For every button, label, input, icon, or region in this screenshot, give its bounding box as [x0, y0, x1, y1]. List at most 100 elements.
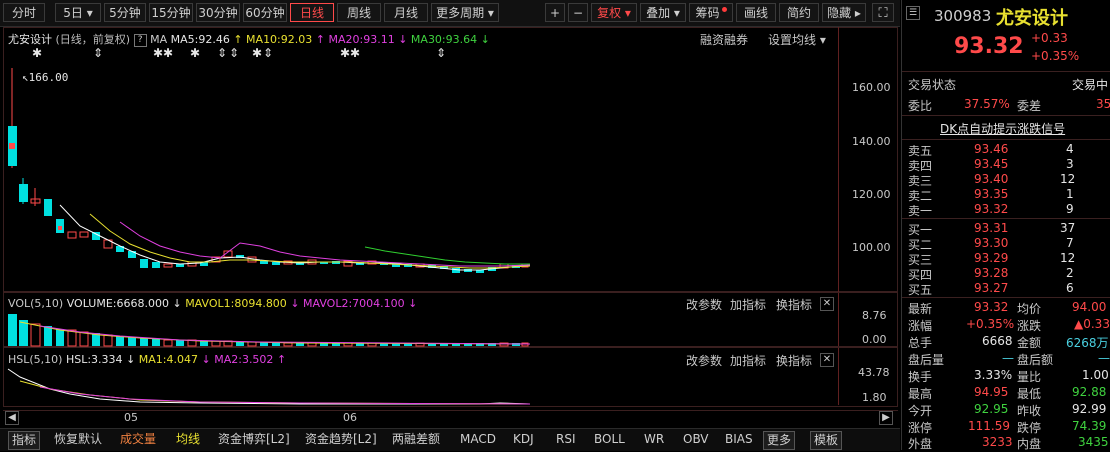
- buy5-label: 买五: [908, 283, 933, 297]
- svg-text:✱: ✱: [350, 46, 360, 60]
- menu-icon[interactable]: ☰: [906, 6, 920, 20]
- indicator-tab-volume[interactable]: 成交量: [120, 431, 156, 448]
- buy2-price: 93.30: [974, 236, 1009, 250]
- indicator-tab-margin-diff[interactable]: 两融差额: [392, 431, 440, 448]
- buy4-vol: 2: [1066, 266, 1074, 280]
- sell3-vol: 12: [1060, 172, 1076, 186]
- buy3-vol: 12: [1060, 251, 1076, 265]
- stat-limit-up-label: 涨停: [908, 421, 933, 435]
- sell3-price: 93.40: [974, 172, 1009, 186]
- last-price: 93.32: [954, 34, 1024, 59]
- sell1-vol: 9: [1066, 202, 1074, 216]
- indicator-tab-wr[interactable]: WR: [644, 431, 664, 448]
- stat-limit-up-value: 111.59: [968, 419, 1010, 433]
- x-tick-06: 06: [343, 411, 357, 424]
- weibi-label: 委比: [908, 99, 933, 113]
- sell4-price: 93.45: [974, 157, 1009, 171]
- svg-text:⇕: ⇕: [263, 46, 273, 60]
- indicator-tab-template[interactable]: 模板: [810, 431, 843, 450]
- stat-amount-label: 金额: [1017, 336, 1042, 350]
- price-change: +0.33: [1031, 31, 1068, 45]
- stock-code: 300983: [934, 7, 992, 25]
- stat-total-lots-value: 6668: [982, 334, 1013, 348]
- stat-high-label: 最高: [908, 387, 933, 401]
- stat-chg-pct-value: +0.35%: [966, 317, 1015, 331]
- stock-name: 尤安设计: [996, 8, 1068, 29]
- indicator-tab-bar: 指标 恢复默认 成交量 均线 资金博弈[L2] 资金趋势[L2] 两融差额 MA…: [0, 428, 900, 451]
- indicator-tab-more[interactable]: 更多: [763, 431, 796, 450]
- sell1-price: 93.32: [974, 202, 1009, 216]
- svg-text:✱: ✱: [190, 46, 200, 60]
- svg-text:⇕: ⇕: [436, 46, 446, 60]
- stat-inner-label: 内盘: [1017, 437, 1042, 451]
- svg-text:✱: ✱: [252, 46, 262, 60]
- ma30-line: [364, 246, 530, 265]
- hsl-y-tick-top: 43.78: [858, 366, 890, 379]
- stat-limit-down-label: 跌停: [1017, 421, 1042, 435]
- stat-outer-label: 外盘: [908, 437, 933, 451]
- candlesticks: [8, 68, 529, 273]
- stat-low-label: 最低: [1017, 387, 1042, 401]
- scroll-left-icon[interactable]: ◀: [5, 411, 19, 425]
- trade-status-label: 交易状态: [908, 78, 957, 92]
- stat-limit-down-value: 74.39: [1072, 419, 1107, 433]
- scroll-right-icon[interactable]: ▶: [879, 411, 893, 425]
- stat-volratio-value: 1.00: [1082, 368, 1109, 382]
- trade-status-value: 交易中: [1072, 78, 1109, 92]
- indicator-tab-fund-trend[interactable]: 资金趋势[L2]: [305, 431, 377, 448]
- svg-text:⇕: ⇕: [229, 46, 239, 60]
- indicator-tab-kdj[interactable]: KDJ: [513, 431, 534, 448]
- svg-text:⇕: ⇕: [217, 46, 227, 60]
- weicha-label: 委差: [1017, 99, 1042, 113]
- stat-avg-value: 94.00: [1072, 300, 1107, 314]
- hsl-y-tick-bottom: 1.80: [862, 391, 887, 404]
- indicator-tab-obv[interactable]: OBV: [683, 431, 709, 448]
- buy4-price: 93.28: [974, 266, 1009, 280]
- event-markers: ✱ ⇕ ✱ ✱ ✱ ⇕ ⇕ ✱ ⇕ ✱ ✱ ⇕: [32, 46, 446, 60]
- indicator-tab-fund-game[interactable]: 资金博弈[L2]: [218, 431, 290, 448]
- stat-latest-label: 最新: [908, 302, 933, 316]
- sell2-vol: 1: [1066, 187, 1074, 201]
- stat-total-lots-label: 总手: [908, 336, 933, 350]
- stat-open-label: 今开: [908, 404, 933, 418]
- indicator-tab-bias[interactable]: BIAS: [725, 431, 753, 448]
- ma5-line: [59, 204, 530, 271]
- indicator-tab-rsi[interactable]: RSI: [556, 431, 576, 448]
- stat-chg-label: 涨跌: [1017, 319, 1042, 333]
- stat-chg-pct-label: 涨幅: [908, 319, 933, 333]
- indicator-tab-macd[interactable]: MACD: [460, 431, 496, 448]
- divider: [902, 139, 1110, 140]
- vol-y-tick-bottom: 0.00: [862, 333, 887, 346]
- stat-outer-value: 3233: [982, 435, 1013, 449]
- svg-text:✱: ✱: [32, 46, 42, 60]
- indicator-tab-zhibiao[interactable]: 指标: [8, 431, 41, 450]
- divider: [902, 297, 1110, 298]
- stat-latest-value: 93.32: [974, 300, 1009, 314]
- price-change-pct: +0.35%: [1031, 49, 1080, 63]
- sell1-label: 卖一: [908, 204, 933, 218]
- stat-after-vol-label: 盘后量: [908, 353, 945, 367]
- vol-y-tick-top: 8.76: [862, 309, 887, 322]
- sell5-vol: 4: [1066, 142, 1074, 156]
- dk-signal-link[interactable]: DK点自动提示涨跌信号: [940, 120, 1065, 137]
- sell4-vol: 3: [1066, 157, 1074, 171]
- stat-prev-close-value: 92.99: [1072, 402, 1107, 416]
- svg-text:✱: ✱: [340, 46, 350, 60]
- stat-after-vol-value: —: [1002, 351, 1014, 365]
- stat-chg-value: ▲0.33: [1074, 317, 1110, 331]
- x-tick-05: 05: [124, 411, 138, 424]
- stat-turnover-label: 换手: [908, 370, 933, 384]
- stat-avg-label: 均价: [1017, 302, 1042, 316]
- stat-volratio-label: 量比: [1017, 370, 1042, 384]
- stat-inner-value: 3435: [1078, 435, 1109, 449]
- svg-text:✱: ✱: [153, 46, 163, 60]
- indicator-tab-boll[interactable]: BOLL: [594, 431, 625, 448]
- buy1-vol: 37: [1060, 221, 1076, 235]
- buy5-vol: 6: [1066, 281, 1074, 295]
- indicator-tab-ma[interactable]: 均线: [176, 431, 200, 448]
- buy1-price: 93.31: [974, 221, 1009, 235]
- hsl-lines: [7, 368, 531, 405]
- sell2-price: 93.35: [974, 187, 1009, 201]
- indicator-tab-reset[interactable]: 恢复默认: [54, 431, 102, 448]
- sell5-price: 93.46: [974, 142, 1009, 156]
